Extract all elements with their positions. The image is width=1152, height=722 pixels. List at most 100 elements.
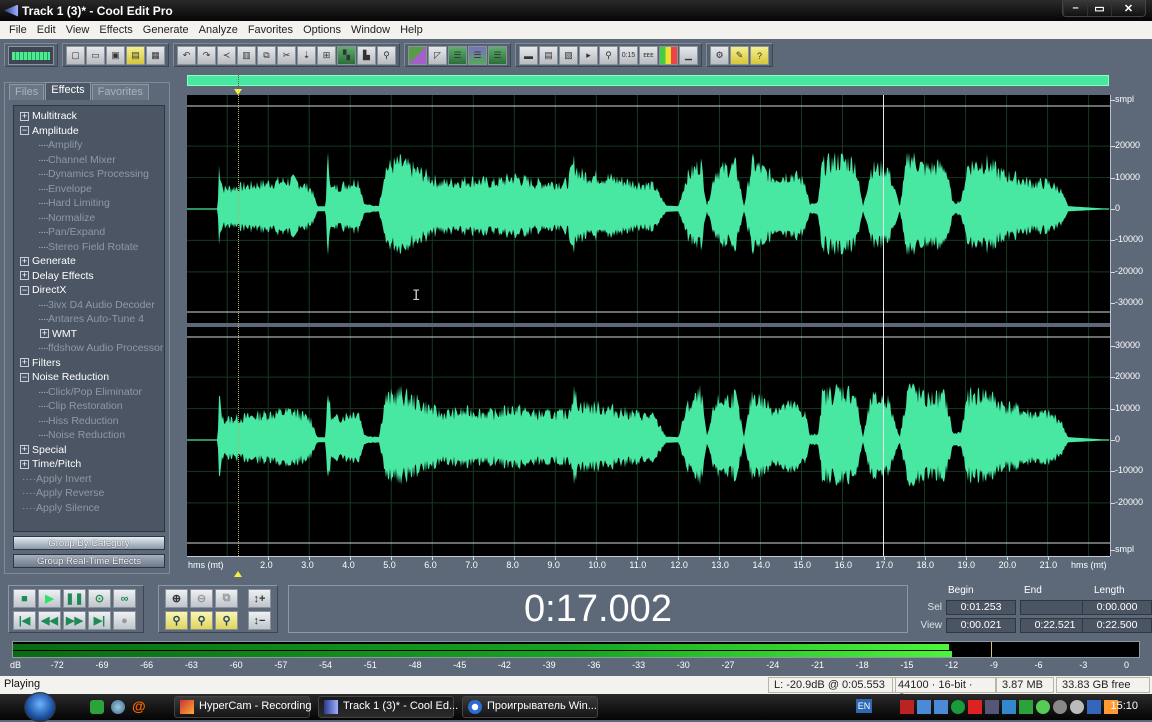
tree-item[interactable]: + Multitrack [14, 109, 164, 124]
tree-item[interactable]: ····Hiss Reduction [14, 414, 164, 429]
tree-item[interactable]: + Filters [14, 356, 164, 371]
expand-icon[interactable]: + [20, 358, 29, 368]
tree-item[interactable]: ····Pan/Expand [14, 225, 164, 240]
view-end-field[interactable]: 0:22.521 [1020, 618, 1090, 633]
record-button[interactable]: ● [113, 611, 136, 630]
view-begin-field[interactable]: 0:00.021 [946, 618, 1016, 633]
menu-edit[interactable]: Edit [32, 24, 61, 36]
transport-window-icon[interactable]: ▸ [579, 46, 598, 65]
expand-icon[interactable]: + [40, 329, 49, 339]
tree-item[interactable]: ····Hard Limiting [14, 196, 164, 211]
tree-item[interactable]: ····Apply Silence [14, 501, 164, 516]
copy-to-new-icon[interactable]: ⧉ [257, 46, 276, 65]
save-file-icon[interactable]: ▣ [106, 46, 125, 65]
taskbar-item-cool-edit[interactable]: Track 1 (3)* - Cool Ed... [318, 696, 458, 718]
tray-messenger-icon[interactable] [1036, 700, 1050, 714]
zoom-in-vertical-icon[interactable]: ↕+ [248, 589, 271, 608]
tree-item[interactable]: − Noise Reduction [14, 370, 164, 385]
expand-icon[interactable]: + [20, 271, 29, 281]
redo-icon[interactable]: ↷ [197, 46, 216, 65]
zoom-in-icon[interactable]: ⊕ [165, 589, 188, 608]
tree-item[interactable]: ····Click/Pop Eliminator [14, 385, 164, 400]
paste-icon[interactable]: ⇣ [297, 46, 316, 65]
group-realtime-effects-button[interactable]: Group Real-Time Effects [13, 554, 165, 568]
new-file-icon[interactable]: ▢ [66, 46, 85, 65]
tray-utorrent-icon[interactable] [1019, 700, 1033, 714]
expand-icon[interactable]: + [20, 445, 29, 455]
mix-paste-icon[interactable]: ▚ [337, 46, 356, 65]
play-to-end-button[interactable]: ⊙ [88, 589, 111, 608]
zoom-window-icon[interactable]: ⚲ [599, 46, 618, 65]
zoom-left-icon[interactable]: ⚲ [165, 611, 188, 630]
select-all-icon[interactable]: ▥ [237, 46, 256, 65]
level-meter-icon[interactable] [659, 46, 678, 65]
start-button[interactable] [24, 692, 56, 722]
waveform-view-icon[interactable]: ☰ [448, 46, 467, 65]
tree-item[interactable]: ····Amplify [14, 138, 164, 153]
tree-item[interactable]: ····Antares Auto-Tune 4 [14, 312, 164, 327]
menu-effects[interactable]: Effects [94, 24, 137, 36]
group-by-category-button[interactable]: Group By Category [13, 536, 165, 550]
tree-item[interactable]: − DirectX [14, 283, 164, 298]
save-selection-icon[interactable]: ▤ [126, 46, 145, 65]
view-length-field[interactable]: 0:22.500 [1082, 618, 1152, 633]
insert-cue-icon[interactable]: ▙ [357, 46, 376, 65]
mail-agent-icon[interactable]: @ [132, 699, 146, 714]
tree-item[interactable]: ····ffdshow Audio Processor [14, 341, 164, 356]
menu-window[interactable]: Window [346, 24, 395, 36]
menu-analyze[interactable]: Analyze [194, 24, 243, 36]
paste-to-new-icon[interactable]: ⊞ [317, 46, 336, 65]
collapse-icon[interactable]: − [20, 126, 29, 136]
tray-display-icon[interactable] [1087, 700, 1101, 714]
waveform-overview-bar[interactable] [187, 75, 1109, 86]
tray-antivirus-icon[interactable] [968, 700, 982, 714]
repeat-last-icon[interactable]: ≺ [217, 46, 236, 65]
status-bar-icon[interactable]: ▁ [679, 46, 698, 65]
menu-file[interactable]: File [4, 24, 32, 36]
minimize-button[interactable]: – [1063, 0, 1087, 16]
zoom-selection-icon[interactable]: ⚲ [190, 611, 213, 630]
tree-item[interactable]: − Amplitude [14, 124, 164, 139]
zoom-right-icon[interactable]: ⚲ [215, 611, 238, 630]
undo-icon[interactable]: ↶ [177, 46, 196, 65]
browser-quicklaunch-icon[interactable] [111, 700, 125, 714]
loop-button[interactable]: ∞ [113, 589, 136, 608]
tray-update-icon[interactable] [1002, 700, 1016, 714]
time-window-icon[interactable]: 0:15 [619, 46, 638, 65]
multitrack-toggle-button[interactable] [8, 46, 54, 65]
sel-length-field[interactable]: 0:00.000 [1082, 600, 1152, 615]
rewind-button[interactable]: ◀◀ [38, 611, 61, 630]
tree-item[interactable]: + Time/Pitch [14, 457, 164, 472]
collapse-icon[interactable]: − [20, 285, 29, 295]
tab-favorites[interactable]: Favorites [91, 84, 149, 100]
maximize-button[interactable]: ▭ [1087, 0, 1111, 16]
selection-window-icon[interactable]: ᴇᴇᴇ [639, 46, 658, 65]
tray-wireless-icon[interactable] [985, 700, 999, 714]
tree-item[interactable]: + Delay Effects [14, 269, 164, 284]
sel-begin-field[interactable]: 0:01.253 [946, 600, 1016, 615]
tree-item[interactable]: ····Apply Invert [14, 472, 164, 487]
tree-item[interactable]: + Generate [14, 254, 164, 269]
zoom-out-icon[interactable]: ⊖ [190, 589, 213, 608]
taskbar-item-media-player[interactable]: Проигрыватель Win... [462, 696, 598, 718]
open-file-icon[interactable]: ▭ [86, 46, 105, 65]
tray-eye-icon[interactable] [951, 700, 965, 714]
stereo-view-icon[interactable]: ☰ [488, 46, 507, 65]
fast-forward-button[interactable]: ▶▶ [63, 611, 86, 630]
sel-end-field[interactable] [1020, 600, 1090, 615]
snap-icon[interactable]: ◸ [428, 46, 447, 65]
stop-button[interactable]: ■ [13, 589, 36, 608]
expand-icon[interactable]: + [20, 111, 29, 121]
menu-generate[interactable]: Generate [138, 24, 194, 36]
taskbar-item-hypercam[interactable]: HyperCam - Recording [174, 696, 311, 718]
tree-item[interactable]: ····Normalize [14, 211, 164, 226]
zoom-full-icon[interactable]: ⧉ [215, 589, 238, 608]
spectral-view-icon[interactable]: ☰ [468, 46, 487, 65]
tab-effects[interactable]: Effects [45, 82, 91, 100]
tray-ffdshow-icon[interactable] [900, 700, 914, 714]
organizer-window-icon[interactable]: ▬ [519, 46, 538, 65]
tree-item[interactable]: ····Envelope [14, 182, 164, 197]
tree-item[interactable]: ····3ivx D4 Audio Decoder [14, 298, 164, 313]
tree-item[interactable]: ····Apply Reverse [14, 486, 164, 501]
utorrent-quicklaunch-icon[interactable] [90, 700, 104, 714]
